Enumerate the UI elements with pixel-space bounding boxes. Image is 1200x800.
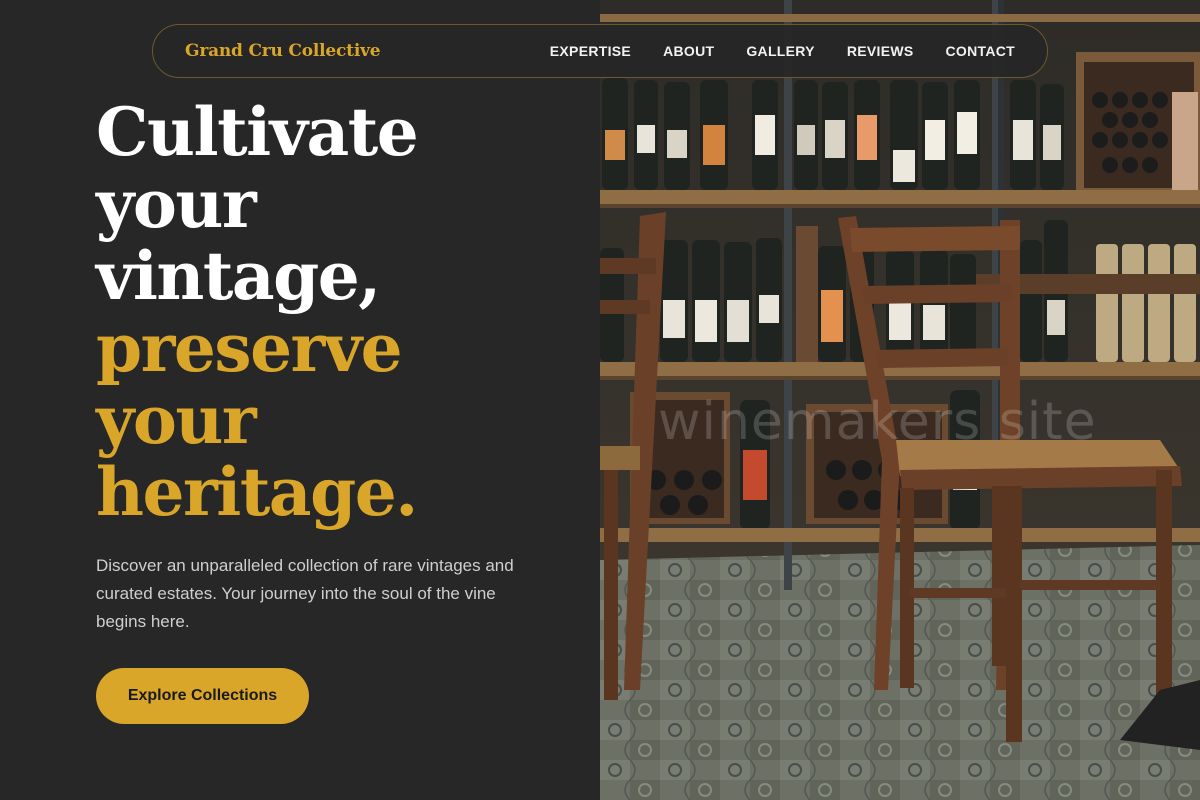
nav-link-contact[interactable]: CONTACT — [946, 43, 1016, 59]
explore-collections-button[interactable]: Explore Collections — [96, 668, 309, 724]
hero-headline: Cultivate your vintage, preserve your he… — [96, 96, 576, 528]
top-navigation: Grand Cru Collective EXPERTISE ABOUT GAL… — [152, 24, 1048, 78]
headline-line-4: preserve — [96, 309, 403, 387]
nav-link-reviews[interactable]: REVIEWS — [847, 43, 914, 59]
nav-link-expertise[interactable]: EXPERTISE — [550, 43, 631, 59]
headline-line-1: Cultivate — [96, 93, 419, 171]
brand-logo[interactable]: Grand Cru Collective — [185, 41, 381, 61]
nav-link-gallery[interactable]: GALLERY — [746, 43, 814, 59]
headline-line-5: your — [96, 381, 257, 459]
headline-line-3: vintage, — [96, 237, 381, 315]
image-watermark: winemakers site — [658, 392, 1097, 452]
headline-line-2: your — [96, 165, 257, 243]
nav-link-about[interactable]: ABOUT — [663, 43, 714, 59]
headline-line-6: heritage. — [96, 453, 418, 531]
nav-links: EXPERTISE ABOUT GALLERY REVIEWS CONTACT — [550, 43, 1015, 59]
hero-description: Discover an unparalleled collection of r… — [96, 556, 514, 631]
